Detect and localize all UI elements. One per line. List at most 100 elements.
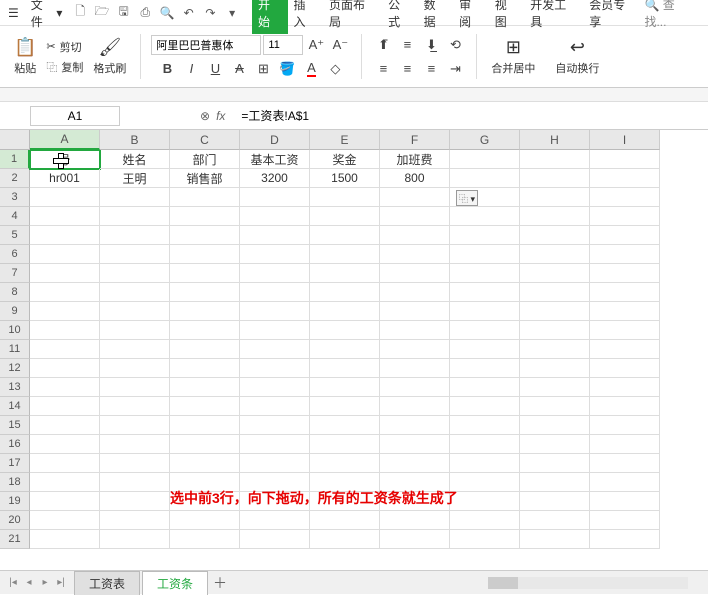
- cell-G19[interactable]: [450, 492, 520, 511]
- cell-G20[interactable]: [450, 511, 520, 530]
- cell-B2[interactable]: 王明: [100, 169, 170, 188]
- cell-B3[interactable]: [100, 188, 170, 207]
- cell-F5[interactable]: [380, 226, 450, 245]
- cell-E16[interactable]: [310, 435, 380, 454]
- ribbon-tab-2[interactable]: 页面布局: [323, 0, 382, 34]
- cell-F21[interactable]: [380, 530, 450, 549]
- cell-I18[interactable]: [590, 473, 660, 492]
- decrease-font-icon[interactable]: A⁻: [329, 35, 351, 55]
- cell-H10[interactable]: [520, 321, 590, 340]
- row-header-7[interactable]: 7: [0, 264, 30, 283]
- sheet-tab-1[interactable]: 工资条: [142, 571, 208, 595]
- cell-C1[interactable]: 部门: [170, 150, 240, 169]
- cell-A5[interactable]: [30, 226, 100, 245]
- row-header-2[interactable]: 2: [0, 169, 30, 188]
- cell-C9[interactable]: [170, 302, 240, 321]
- qat-new-icon[interactable]: 🗋: [70, 3, 90, 23]
- format-painter-button[interactable]: 🖌 格式刷: [89, 35, 130, 78]
- cell-A9[interactable]: [30, 302, 100, 321]
- align-middle-icon[interactable]: ≡: [396, 35, 418, 55]
- align-top-icon[interactable]: ⬆̄: [372, 35, 394, 55]
- cell-H9[interactable]: [520, 302, 590, 321]
- paste-button[interactable]: 📋 粘贴: [10, 35, 40, 78]
- cell-B21[interactable]: [100, 530, 170, 549]
- cell-D15[interactable]: [240, 416, 310, 435]
- cell-E12[interactable]: [310, 359, 380, 378]
- cell-B18[interactable]: [100, 473, 170, 492]
- cell-A17[interactable]: [30, 454, 100, 473]
- cell-D12[interactable]: [240, 359, 310, 378]
- orientation-icon[interactable]: ⟲: [444, 35, 466, 55]
- col-header-H[interactable]: H: [520, 130, 590, 150]
- cell-C6[interactable]: [170, 245, 240, 264]
- cell-I10[interactable]: [590, 321, 660, 340]
- align-right-icon[interactable]: ≡: [420, 59, 442, 79]
- cell-G16[interactable]: [450, 435, 520, 454]
- sheet-tab-0[interactable]: 工资表: [74, 571, 140, 595]
- row-header-18[interactable]: 18: [0, 473, 30, 492]
- cell-A19[interactable]: [30, 492, 100, 511]
- cell-B10[interactable]: [100, 321, 170, 340]
- row-header-1[interactable]: 1: [0, 150, 30, 169]
- cell-B17[interactable]: [100, 454, 170, 473]
- cell-H17[interactable]: [520, 454, 590, 473]
- cell-C15[interactable]: [170, 416, 240, 435]
- font-name-input[interactable]: [151, 35, 261, 55]
- row-header-16[interactable]: 16: [0, 435, 30, 454]
- cell-D4[interactable]: [240, 207, 310, 226]
- cell-A2[interactable]: hr001: [30, 169, 100, 188]
- col-header-A[interactable]: A: [30, 130, 100, 150]
- qat-save-icon[interactable]: 🖫: [114, 3, 134, 23]
- cell-C8[interactable]: [170, 283, 240, 302]
- cell-F14[interactable]: [380, 397, 450, 416]
- cell-F7[interactable]: [380, 264, 450, 283]
- qat-preview-icon[interactable]: 🔍: [157, 3, 177, 23]
- cell-F10[interactable]: [380, 321, 450, 340]
- cell-A16[interactable]: [30, 435, 100, 454]
- cell-B8[interactable]: [100, 283, 170, 302]
- cell-G1[interactable]: [450, 150, 520, 169]
- col-header-E[interactable]: E: [310, 130, 380, 150]
- cell-A14[interactable]: [30, 397, 100, 416]
- cell-E7[interactable]: [310, 264, 380, 283]
- borders-button[interactable]: ⊞: [252, 59, 274, 79]
- cell-E14[interactable]: [310, 397, 380, 416]
- qat-undo-icon[interactable]: ↶: [179, 3, 199, 23]
- row-header-11[interactable]: 11: [0, 340, 30, 359]
- cell-D8[interactable]: [240, 283, 310, 302]
- row-header-13[interactable]: 13: [0, 378, 30, 397]
- cell-B12[interactable]: [100, 359, 170, 378]
- indent-icon[interactable]: ⇥: [444, 59, 466, 79]
- col-header-B[interactable]: B: [100, 130, 170, 150]
- cell-H14[interactable]: [520, 397, 590, 416]
- ribbon-tab-4[interactable]: 数据: [418, 0, 454, 34]
- cell-F1[interactable]: 加班费: [380, 150, 450, 169]
- cell-F2[interactable]: 800: [380, 169, 450, 188]
- cell-I17[interactable]: [590, 454, 660, 473]
- cell-G6[interactable]: [450, 245, 520, 264]
- row-header-17[interactable]: 17: [0, 454, 30, 473]
- add-sheet-button[interactable]: ＋: [210, 573, 230, 593]
- cell-I8[interactable]: [590, 283, 660, 302]
- cell-H5[interactable]: [520, 226, 590, 245]
- cell-C12[interactable]: [170, 359, 240, 378]
- cell-F8[interactable]: [380, 283, 450, 302]
- col-header-D[interactable]: D: [240, 130, 310, 150]
- row-header-9[interactable]: 9: [0, 302, 30, 321]
- cell-G5[interactable]: [450, 226, 520, 245]
- cell-E21[interactable]: [310, 530, 380, 549]
- cell-B19[interactable]: [100, 492, 170, 511]
- name-box[interactable]: [30, 106, 120, 126]
- cell-I2[interactable]: [590, 169, 660, 188]
- cell-E9[interactable]: [310, 302, 380, 321]
- cell-I19[interactable]: [590, 492, 660, 511]
- cell-B5[interactable]: [100, 226, 170, 245]
- cell-G9[interactable]: [450, 302, 520, 321]
- file-menu-button[interactable]: 文件 ▾: [25, 0, 69, 32]
- cell-A12[interactable]: [30, 359, 100, 378]
- cell-D9[interactable]: [240, 302, 310, 321]
- cell-G2[interactable]: [450, 169, 520, 188]
- cell-B9[interactable]: [100, 302, 170, 321]
- cell-A13[interactable]: [30, 378, 100, 397]
- cell-H13[interactable]: [520, 378, 590, 397]
